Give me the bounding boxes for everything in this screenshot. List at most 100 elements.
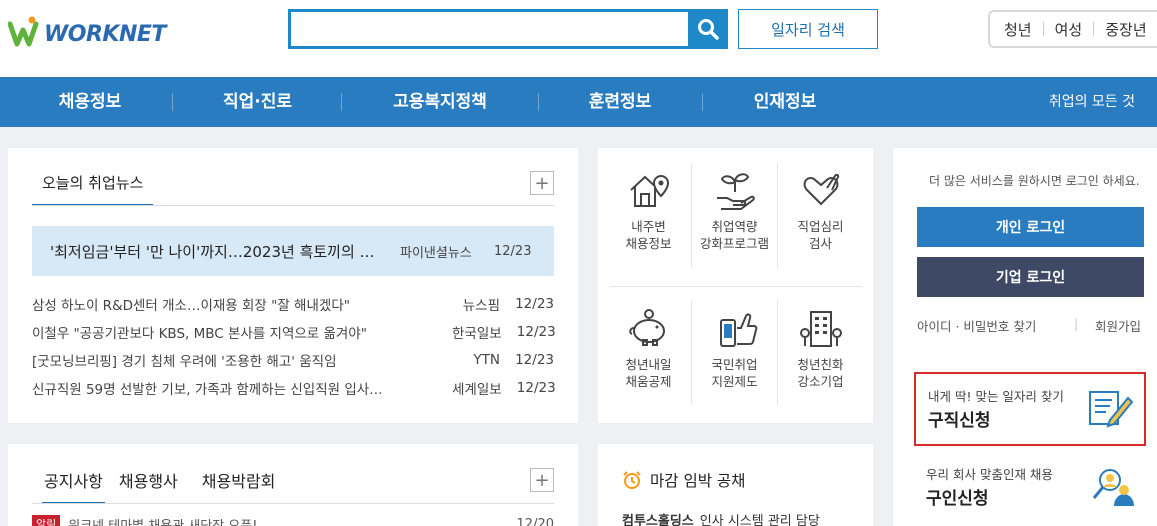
notice-date: 12/20 bbox=[516, 516, 554, 526]
search-field[interactable] bbox=[288, 9, 690, 49]
thumbs-up-phone-icon bbox=[719, 313, 757, 347]
news-headline-date: 12/23 bbox=[494, 243, 532, 259]
nav-item-training[interactable]: 훈련정보 bbox=[570, 77, 670, 127]
job-card-subtitle: 내게 딱! 맞는 일자리 찾기 bbox=[928, 389, 1064, 404]
news-tab[interactable]: 오늘의 취업뉴스 bbox=[32, 168, 154, 206]
deadline-panel: 마감 임박 공채 컴투스홀딩스 인사 시스템 관리 담당 bbox=[598, 444, 873, 526]
job-seeker-apply-card[interactable]: 내게 딱! 맞는 일자리 찾기 구직신청 bbox=[914, 372, 1146, 446]
news-title: 신규직원 59명 선발한 기보, 가족과 함께하는 신입직원 입사… bbox=[32, 382, 383, 398]
nav-item-career[interactable]: 직업·진로 bbox=[205, 77, 310, 127]
login-links: 아이디 · 비밀번호 찾기 | 회원가입 bbox=[917, 316, 1157, 335]
deadline-company: 컴투스홀딩스 bbox=[622, 514, 694, 526]
deadline-job-title: 인사 시스템 관리 담당 bbox=[699, 514, 820, 526]
divider bbox=[32, 205, 554, 206]
divider bbox=[32, 503, 554, 504]
job-search-button[interactable]: 일자리 검색 bbox=[738, 9, 878, 49]
plant-hand-icon bbox=[716, 173, 755, 210]
nav-divider bbox=[702, 93, 703, 111]
piggy-bank-icon bbox=[628, 309, 665, 346]
divider: | bbox=[1074, 316, 1079, 331]
tab-recruit-events[interactable]: 채용행사 bbox=[119, 468, 178, 504]
news-title: 이철우 "공공기관보다 KBS, MBC 본사를 지역으로 옮겨야" bbox=[32, 326, 367, 342]
house-map-pin-icon bbox=[629, 174, 669, 207]
notice-tabs: 공지사항 채용행사 채용박람회 bbox=[42, 468, 299, 504]
nav-divider bbox=[172, 93, 173, 111]
news-source: 한국일보 bbox=[452, 326, 502, 342]
header: WORKNET 일자리 검색 청년 여성 중장년 bbox=[0, 0, 1157, 77]
service-label: 청년친화 강소기업 bbox=[797, 357, 844, 389]
service-youth-savings[interactable]: 청년내일 채움공제 bbox=[606, 306, 691, 390]
nav-item-talent[interactable]: 인재정보 bbox=[735, 77, 835, 127]
tab-notices[interactable]: 공지사항 bbox=[42, 468, 105, 504]
news-headline[interactable]: '최저임금'부터 '만 나이'까지…2023년 흑토끼의 … 파이낸셜뉴스 12… bbox=[32, 226, 554, 276]
news-list: 삼성 하노이 R&D센터 개소…이재용 회장 "잘 해내겠다" 뉴스핌 12/2… bbox=[32, 290, 556, 402]
news-date: 12/23 bbox=[515, 296, 554, 312]
news-source: YTN bbox=[473, 352, 500, 368]
search-input[interactable] bbox=[291, 12, 690, 46]
divider bbox=[1093, 22, 1095, 36]
news-headline-source: 파이낸셜뉴스 bbox=[400, 245, 472, 261]
main-nav: 채용정보 직업·진로 고용복지정책 훈련정보 인재정보 취업의 모든 것 bbox=[0, 77, 1157, 127]
search-button[interactable] bbox=[688, 9, 728, 49]
heart-hand-icon bbox=[803, 173, 839, 206]
services-panel: 내주변 채용정보 취업역량 강화프로그램 직업심리 검사 청년내일 채움공제 국… bbox=[598, 148, 873, 423]
target-tabs: 청년 여성 중장년 bbox=[988, 10, 1157, 48]
news-panel: 오늘의 취업뉴스 + '최저임금'부터 '만 나이'까지…2023년 흑토끼의 … bbox=[8, 148, 578, 423]
nav-item-jobs[interactable]: 채용정보 bbox=[40, 77, 140, 127]
resume-pencil-icon bbox=[1089, 391, 1134, 428]
job-card-subtitle: 우리 회사 맞춤인재 채용 bbox=[926, 467, 1053, 482]
news-item[interactable]: 이철우 "공공기관보다 KBS, MBC 본사를 지역으로 옮겨야" 한국일보 … bbox=[32, 318, 556, 346]
nav-all-about-jobs[interactable]: 취업의 모든 것 bbox=[1049, 77, 1135, 127]
service-label: 취업역량 강화프로그램 bbox=[699, 219, 769, 251]
service-employment-support[interactable]: 국민취업 지원제도 bbox=[692, 306, 777, 390]
nav-divider bbox=[538, 93, 539, 111]
worknet-logo[interactable]: WORKNET bbox=[8, 14, 168, 50]
service-youth-friendly-company[interactable]: 청년친화 강소기업 bbox=[778, 306, 863, 390]
corporate-login-button[interactable]: 기업 로그인 bbox=[917, 257, 1144, 297]
logo-w-icon bbox=[8, 16, 39, 47]
notice-title: 워크넷 테마별 채용관 새단장 오픈! bbox=[68, 518, 258, 526]
notice-panel: 공지사항 채용행사 채용박람회 + 알림 워크넷 테마별 채용관 새단장 오픈!… bbox=[8, 444, 578, 526]
service-label: 청년내일 채움공제 bbox=[625, 357, 672, 389]
news-date: 12/23 bbox=[515, 352, 554, 368]
tab-job-fairs[interactable]: 채용박람회 bbox=[202, 468, 276, 504]
divider bbox=[1042, 22, 1044, 36]
join-link[interactable]: 회원가입 bbox=[1095, 316, 1141, 335]
notice-more-button[interactable]: + bbox=[530, 468, 554, 492]
deadline-title: 마감 임박 공채 bbox=[622, 469, 745, 491]
login-panel: 더 많은 서비스를 원하시면 로그인 하세요. 개인 로그인 기업 로그인 아이… bbox=[893, 148, 1157, 526]
person-search-icon bbox=[1092, 469, 1134, 506]
service-label: 국민취업 지원제도 bbox=[711, 357, 758, 389]
service-nearby-jobs[interactable]: 내주변 채용정보 bbox=[606, 168, 691, 252]
news-item[interactable]: 삼성 하노이 R&D센터 개소…이재용 회장 "잘 해내겠다" 뉴스핌 12/2… bbox=[32, 290, 554, 318]
tab-women[interactable]: 여성 bbox=[1055, 19, 1083, 40]
service-label: 내주변 채용정보 bbox=[625, 219, 672, 251]
nav-item-welfare[interactable]: 고용복지정책 bbox=[375, 77, 505, 127]
service-aptitude-test[interactable]: 직업심리 검사 bbox=[778, 168, 863, 252]
building-icon bbox=[799, 311, 842, 347]
news-item[interactable]: 신규직원 59명 선발한 기보, 가족과 함께하는 신입직원 입사… 세계일보 … bbox=[32, 374, 556, 402]
news-more-button[interactable]: + bbox=[530, 171, 554, 195]
service-capacity-program[interactable]: 취업역량 강화프로그램 bbox=[692, 168, 777, 252]
news-title: [굿모닝브리핑] 경기 침체 우려에 '조용한 해고' 움직임 bbox=[32, 354, 337, 370]
search-icon bbox=[698, 19, 719, 40]
tab-middle-aged[interactable]: 중장년 bbox=[1105, 19, 1146, 40]
job-card-title: 구인신청 bbox=[926, 489, 989, 509]
nav-divider bbox=[341, 93, 342, 111]
news-source: 뉴스핌 bbox=[462, 298, 500, 314]
notice-badge: 알림 bbox=[32, 515, 61, 526]
deadline-item[interactable]: 컴투스홀딩스 인사 시스템 관리 담당 bbox=[622, 510, 820, 526]
news-headline-title: '최저임금'부터 '만 나이'까지…2023년 흑토끼의 … bbox=[50, 242, 375, 261]
employer-apply-card[interactable]: 우리 회사 맞춤인재 채용 구인신청 bbox=[914, 452, 1146, 526]
find-id-password-link[interactable]: 아이디 · 비밀번호 찾기 bbox=[917, 319, 1036, 334]
news-title: 삼성 하노이 R&D센터 개소…이재용 회장 "잘 해내겠다" bbox=[32, 298, 350, 314]
alarm-clock-icon bbox=[623, 471, 641, 489]
tab-youth[interactable]: 청년 bbox=[1004, 19, 1032, 40]
job-card-title: 구직신청 bbox=[928, 411, 991, 431]
personal-login-button[interactable]: 개인 로그인 bbox=[917, 207, 1144, 247]
news-source: 세계일보 bbox=[452, 382, 502, 398]
news-date: 12/23 bbox=[516, 380, 556, 396]
news-item[interactable]: [굿모닝브리핑] 경기 침체 우려에 '조용한 해고' 움직임 YTN 12/2… bbox=[32, 346, 554, 374]
news-date: 12/23 bbox=[516, 324, 556, 340]
notice-item[interactable]: 알림 워크넷 테마별 채용관 새단장 오픈! 12/20 bbox=[32, 514, 554, 526]
